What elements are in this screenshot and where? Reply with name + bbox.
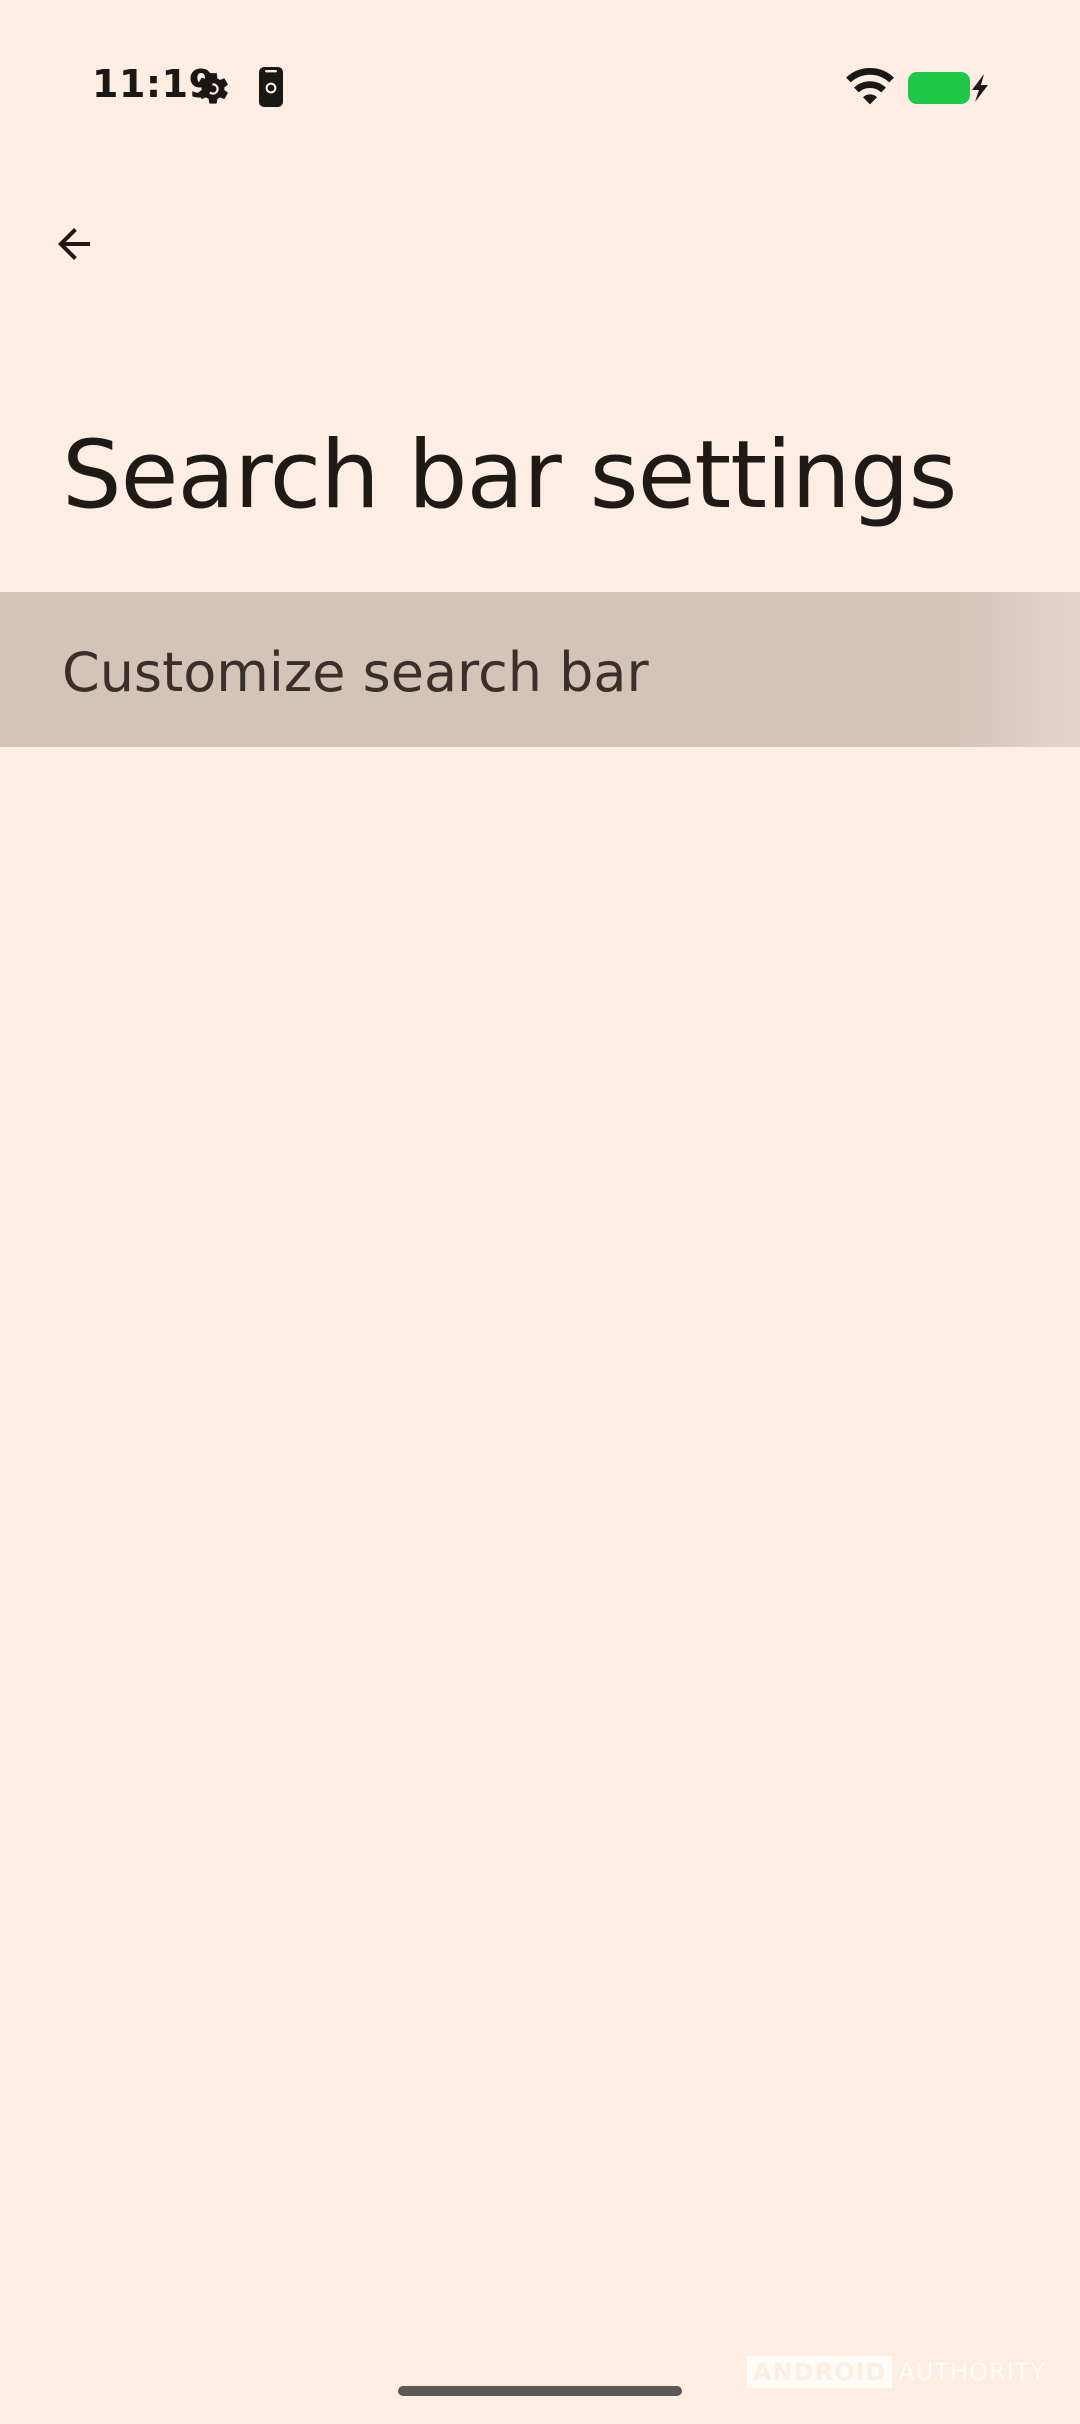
watermark-brand-plain: AUTHORITY <box>898 2358 1046 2386</box>
watermark-brand-boxed: ANDROID <box>747 2356 893 2388</box>
gesture-navigation-bar[interactable] <box>398 2386 682 2396</box>
back-button[interactable] <box>34 204 114 284</box>
battery-charging-icon <box>908 72 988 104</box>
wifi-icon <box>846 68 894 105</box>
watermark: ANDROID AUTHORITY <box>747 2356 1046 2388</box>
arrow-back-icon <box>58 228 90 260</box>
settings-gear-icon <box>198 73 228 104</box>
customize-search-bar-item[interactable]: Customize search bar <box>0 592 1080 747</box>
page-title: Search bar settings <box>62 421 957 530</box>
phone-device-icon <box>259 67 283 107</box>
status-bar: 11:19 <box>0 0 1080 150</box>
setting-item-label: Customize search bar <box>62 641 649 704</box>
